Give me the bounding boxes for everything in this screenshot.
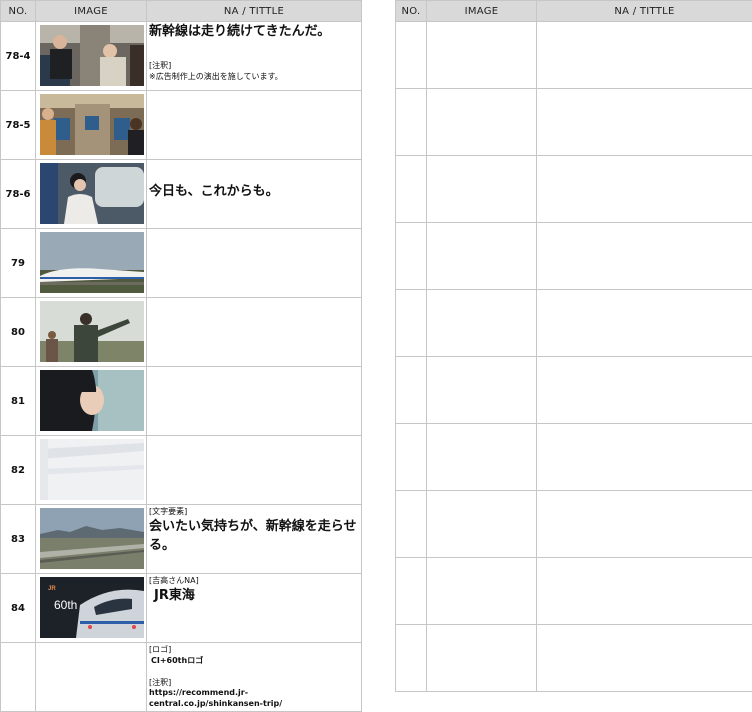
narrator-tag: [吉高さんNA] bbox=[149, 576, 359, 587]
annotation-note: ※広告制作上の演出を施しています。 bbox=[149, 72, 359, 83]
table-row bbox=[396, 424, 752, 491]
text-element-tag: [文字要素] bbox=[149, 507, 359, 518]
scene-number: 79 bbox=[1, 229, 36, 298]
table-row: 78-5 bbox=[1, 91, 362, 160]
table-row bbox=[396, 357, 752, 424]
table-row bbox=[396, 156, 752, 223]
table-row: 79 bbox=[1, 229, 362, 298]
table-row: 82 bbox=[1, 436, 362, 505]
table-row bbox=[396, 491, 752, 558]
scene-number: 81 bbox=[1, 367, 36, 436]
thumbnail-train-cabin bbox=[40, 94, 144, 155]
scene-number: 82 bbox=[1, 436, 36, 505]
logo-60th: 60th bbox=[54, 598, 77, 612]
thumbnail-woman-profile bbox=[40, 370, 144, 431]
thumbnail-shinkansen-landscape bbox=[40, 232, 144, 293]
annotation-tag: [注釈] bbox=[149, 61, 359, 72]
annotation-tag: [注釈] bbox=[149, 678, 359, 689]
storyboard-table-left: NO. IMAGE NA / TITTLE 78-4 bbox=[0, 0, 362, 712]
table-row: 84 JR 60th [吉高さんNA] JR東海 bbox=[1, 574, 362, 643]
narration-text: JR東海 bbox=[149, 587, 359, 605]
table-row: 80 bbox=[1, 298, 362, 367]
scene-number: 78-5 bbox=[1, 91, 36, 160]
thumbnail-man-waving bbox=[40, 301, 144, 362]
table-row bbox=[396, 290, 752, 357]
table-row: 83 [文字要素] 会いたい気持ちが、新幹線を走らせる。 bbox=[1, 505, 362, 574]
scene-number: 78-4 bbox=[1, 22, 36, 91]
header-row: NO. IMAGE NA / TITTLE bbox=[396, 1, 752, 22]
table-row: 78-6 今日も、これからも。 bbox=[1, 160, 362, 229]
scene-number: 84 bbox=[1, 574, 36, 643]
header-na: NA / TITTLE bbox=[537, 1, 752, 22]
scene-number: 80 bbox=[1, 298, 36, 367]
thumbnail-city-railway bbox=[40, 508, 144, 569]
header-image: IMAGE bbox=[36, 1, 147, 22]
logo-text: CI+60thロゴ bbox=[149, 656, 359, 667]
thumbnail-couple-on-train bbox=[40, 25, 144, 86]
table-row: [ロゴ] CI+60thロゴ [注釈] https://recommend.jr… bbox=[1, 643, 362, 712]
scene-number: 83 bbox=[1, 505, 36, 574]
svg-text:JR: JR bbox=[48, 586, 56, 592]
table-row: 78-4 新幹線は走り続けてきたんだ。 [注釈] ※広告制 bbox=[1, 22, 362, 91]
thumbnail-train-60th: JR 60th bbox=[40, 577, 144, 638]
table-row bbox=[396, 89, 752, 156]
scene-number: 78-6 bbox=[1, 160, 36, 229]
narration-text: 会いたい気持ちが、新幹線を走らせる。 bbox=[149, 518, 359, 556]
header-no: NO. bbox=[1, 1, 36, 22]
thumbnail-white-blur bbox=[40, 439, 144, 500]
table-row bbox=[396, 625, 752, 692]
header-image: IMAGE bbox=[427, 1, 537, 22]
header-no: NO. bbox=[396, 1, 427, 22]
logo-tag: [ロゴ] bbox=[149, 645, 359, 656]
thumbnail-woman-window bbox=[40, 163, 144, 224]
narration-text: 今日も、これからも。 bbox=[149, 161, 359, 202]
table-row bbox=[396, 558, 752, 625]
storyboard-table-right: NO. IMAGE NA / TITTLE bbox=[395, 0, 752, 692]
annotation-url: https://recommend.jr-central.co.jp/shink… bbox=[149, 688, 359, 710]
table-row: 81 bbox=[1, 367, 362, 436]
header-row: NO. IMAGE NA / TITTLE bbox=[1, 1, 362, 22]
table-row bbox=[396, 223, 752, 290]
narration-text: 新幹線は走り続けてきたんだ。 bbox=[149, 23, 359, 42]
header-na: NA / TITTLE bbox=[147, 1, 362, 22]
table-row bbox=[396, 22, 752, 89]
